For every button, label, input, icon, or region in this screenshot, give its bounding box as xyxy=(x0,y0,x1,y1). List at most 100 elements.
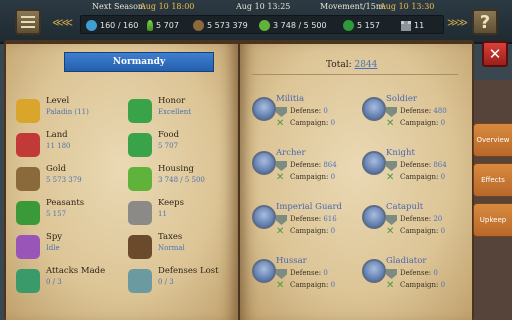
stat-value: Idle xyxy=(46,244,60,252)
shield-icon xyxy=(276,161,287,171)
keeps-value: 11 xyxy=(414,21,425,30)
stat-name: Food xyxy=(158,130,180,140)
crown-icon xyxy=(16,99,40,123)
defense-value: 0 xyxy=(323,269,328,277)
stat-value: Normal xyxy=(158,244,185,252)
shield-icon xyxy=(128,269,152,293)
unit-imperial-guard[interactable]: Imperial Guard Defense: 616 ✕ Campaign: 0 xyxy=(248,202,356,252)
unit-archer[interactable]: Archer Defense: 864 ✕ Campaign: 0 xyxy=(248,148,356,198)
unit-portrait-icon xyxy=(252,97,276,121)
unit-portrait-icon xyxy=(362,259,386,283)
crossed-swords-icon: ✕ xyxy=(386,118,395,129)
resource-keeps: 11 xyxy=(401,19,424,32)
campaign-value: 0 xyxy=(330,119,336,127)
unit-name: Soldier xyxy=(386,94,417,104)
peasant-hat-icon xyxy=(343,20,354,31)
unit-defense: Defense: 864 xyxy=(386,161,447,171)
stat-gold: Gold 5 573 379 xyxy=(12,164,122,198)
defense-value: 864 xyxy=(433,161,447,169)
food-value: 5 707 xyxy=(156,21,179,30)
campaign-label: Campaign: xyxy=(290,227,329,235)
crossed-swords-icon: ✕ xyxy=(276,172,285,183)
defense-label: Defense: xyxy=(290,107,322,115)
stat-defenses-lost: Defenses Lost 0 / 3 xyxy=(124,266,234,300)
army-total-value: 2844 xyxy=(354,60,378,70)
stat-name: Housing xyxy=(158,164,195,174)
defense-value: 0 xyxy=(323,107,328,115)
unit-name: Imperial Guard xyxy=(276,202,342,212)
land-flag-icon xyxy=(16,133,40,157)
stat-value: 5 573 379 xyxy=(46,176,82,184)
unit-campaign: ✕ Campaign: 0 xyxy=(276,226,335,237)
stat-value: 3 748 / 5 500 xyxy=(158,176,205,184)
resource-bar: 160 / 160 5 707 5 573 379 3 748 / 5 500 … xyxy=(80,15,444,34)
stat-peasants: Peasants 5 157 xyxy=(12,198,122,232)
shield-icon xyxy=(276,269,287,279)
defense-label: Defense: xyxy=(400,161,432,169)
stat-taxes: Taxes Normal xyxy=(124,232,234,266)
population-icon xyxy=(86,20,97,31)
shield-icon xyxy=(386,215,397,225)
movement-label: Movement/15m: xyxy=(320,2,387,11)
crossed-swords-icon: ✕ xyxy=(276,280,285,291)
campaign-label: Campaign: xyxy=(400,173,439,181)
top-bar: ≪≪ Next Season: Aug 10 18:00 Aug 10 13:2… xyxy=(0,0,512,44)
stat-housing: Housing 3 748 / 5 500 xyxy=(124,164,234,198)
defense-value: 0 xyxy=(433,269,438,277)
unit-defense: Defense: 616 xyxy=(276,215,337,225)
gold-bag-icon xyxy=(16,167,40,191)
housing-icon xyxy=(259,20,270,31)
army-total: Total: 2844 xyxy=(326,60,377,70)
crossed-swords-icon: ✕ xyxy=(386,172,395,183)
tab-effects[interactable]: Effects xyxy=(473,163,512,197)
campaign-label: Campaign: xyxy=(290,281,329,289)
keep-tower-icon xyxy=(401,20,411,31)
sprout-icon xyxy=(147,20,153,31)
defense-value: 864 xyxy=(323,161,337,169)
campaign-label: Campaign: xyxy=(400,119,439,127)
shield-icon xyxy=(386,107,397,117)
unit-name: Militia xyxy=(276,94,305,104)
shield-icon xyxy=(276,107,287,117)
unit-portrait-icon xyxy=(252,205,276,229)
unit-militia[interactable]: Militia Defense: 0 ✕ Campaign: 0 xyxy=(248,94,356,144)
unit-name: Archer xyxy=(276,148,306,158)
unit-defense: Defense: 0 xyxy=(386,269,438,279)
unit-knight[interactable]: Knight Defense: 864 ✕ Campaign: 0 xyxy=(358,148,466,198)
right-wing-ornament-icon: ≫≫ xyxy=(447,16,468,29)
tab-overview[interactable]: Overview xyxy=(473,123,512,157)
housing-value: 3 748 / 5 500 xyxy=(273,21,327,30)
stat-name: Level xyxy=(46,96,70,106)
shield-icon xyxy=(276,215,287,225)
unit-portrait-icon xyxy=(362,205,386,229)
side-panel xyxy=(474,80,512,320)
crossed-swords-icon xyxy=(16,269,40,293)
unit-portrait-icon xyxy=(362,97,386,121)
unit-hussar[interactable]: Hussar Defense: 0 ✕ Campaign: 0 xyxy=(248,256,356,306)
population-value: 160 / 160 xyxy=(100,21,139,30)
stat-food: Food 5 707 xyxy=(124,130,234,164)
unit-soldier[interactable]: Soldier Defense: 480 ✕ Campaign: 0 xyxy=(358,94,466,144)
stat-honor: Honor Excellent xyxy=(124,96,234,130)
spy-icon xyxy=(16,235,40,259)
defense-value: 480 xyxy=(433,107,447,115)
stat-name: Land xyxy=(46,130,68,140)
crossed-swords-icon: ✕ xyxy=(276,226,285,237)
close-button[interactable]: ✕ xyxy=(482,41,508,67)
campaign-value: 0 xyxy=(330,281,336,289)
unit-gladiator[interactable]: Gladiator Defense: 0 ✕ Campaign: 0 xyxy=(358,256,466,306)
keep-tower-icon xyxy=(128,201,152,225)
defense-label: Defense: xyxy=(400,215,432,223)
campaign-value: 0 xyxy=(440,173,446,181)
realm-book: Normandy Level Paladin (11) Honor Excellent… xyxy=(4,40,474,320)
menu-icon xyxy=(21,16,35,28)
resource-housing: 3 748 / 5 500 xyxy=(259,19,327,32)
help-button[interactable]: ? xyxy=(472,9,498,35)
next-season-label: Next Season: xyxy=(92,2,146,11)
unit-catapult[interactable]: Catapult Defense: 20 ✕ Campaign: 0 xyxy=(358,202,466,252)
peasant-hat-icon xyxy=(16,201,40,225)
housing-icon xyxy=(128,167,152,191)
unit-name: Knight xyxy=(386,148,415,158)
tab-upkeep[interactable]: Upkeep xyxy=(473,203,512,237)
unit-campaign: ✕ Campaign: 0 xyxy=(276,280,336,291)
